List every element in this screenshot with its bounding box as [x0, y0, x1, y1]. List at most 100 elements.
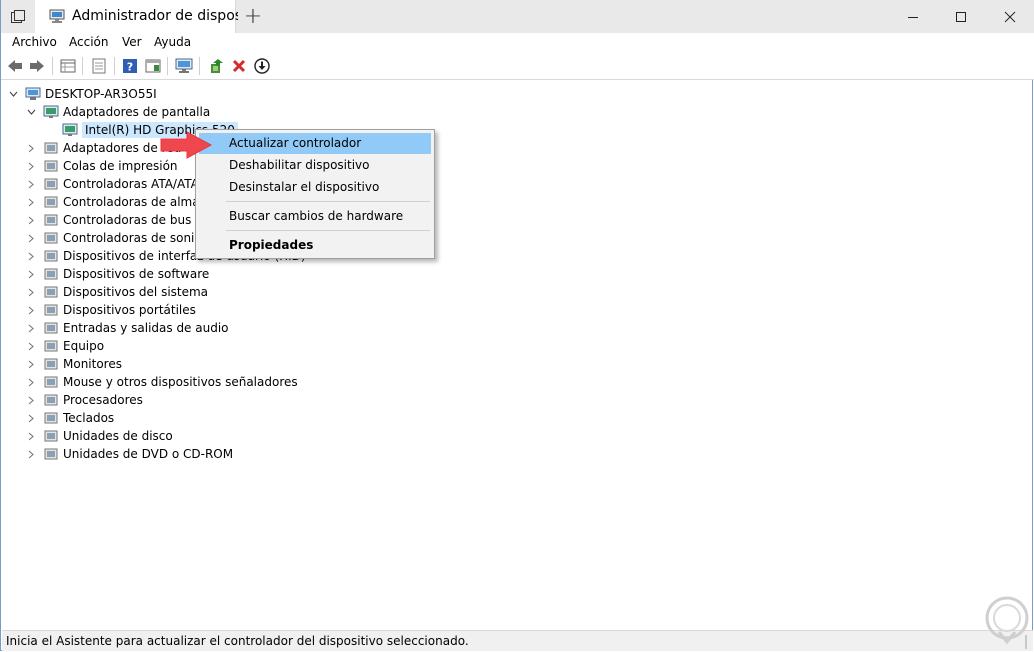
tree-item-label: Adaptadores de pantalla: [63, 105, 211, 119]
tree-item-label: Equipo: [63, 339, 105, 353]
status-bar: Inicia el Asistente para actualizar el c…: [2, 630, 1033, 651]
computer-icon: [43, 339, 59, 353]
tree-item-label: DESKTOP-AR3O55I: [45, 87, 157, 101]
chevron-right-icon[interactable]: [25, 391, 37, 409]
properties-grid-button[interactable]: [59, 57, 77, 75]
display-adapter-icon: [62, 123, 78, 137]
tab-overview-button[interactable]: [1, 0, 35, 33]
chevron-right-icon[interactable]: [25, 319, 37, 337]
context-menu: Actualizar controlador Deshabilitar disp…: [195, 129, 435, 259]
tree-item-label: Monitores: [63, 357, 122, 371]
chevron-right-icon[interactable]: [25, 355, 37, 373]
tree-item-label: Dispositivos del sistema: [63, 285, 209, 299]
menu-ayuda[interactable]: Ayuda: [154, 35, 191, 49]
forward-button[interactable]: [28, 57, 46, 75]
menu-item-actualizar-controlador[interactable]: Actualizar controlador: [199, 133, 431, 154]
chevron-down-icon[interactable]: [25, 103, 37, 121]
properties-sheet-button[interactable]: [90, 57, 108, 75]
chevron-right-icon[interactable]: [25, 409, 37, 427]
tree-item[interactable]: Unidades de DVD o CD-ROM: [25, 445, 233, 463]
chevron-right-icon[interactable]: [25, 337, 37, 355]
help-button[interactable]: ?: [121, 57, 139, 75]
chevron-down-icon[interactable]: [7, 85, 19, 103]
monitor-icon: [175, 58, 193, 73]
chevron-right-icon[interactable]: [25, 175, 37, 193]
uninstall-button[interactable]: [230, 57, 248, 75]
chevron-right-icon[interactable]: [25, 193, 37, 211]
menu-item-deshabilitar-dispositivo[interactable]: Deshabilitar dispositivo: [199, 155, 431, 176]
tree-item[interactable]: Colas de impresión: [25, 157, 178, 175]
device-manager-icon: [49, 9, 65, 23]
tree-item[interactable]: Unidades de disco: [25, 427, 173, 445]
back-button[interactable]: [6, 57, 24, 75]
chevron-right-icon[interactable]: [25, 445, 37, 463]
chevron-right-icon[interactable]: [25, 283, 37, 301]
tree-item[interactable]: Adaptadores de red: [25, 139, 181, 157]
menu-item-buscar-cambios[interactable]: Buscar cambios de hardware: [199, 206, 431, 227]
svg-text:?: ?: [127, 61, 133, 74]
menu-ver[interactable]: Ver: [122, 35, 142, 49]
tab-overview-icon: [11, 9, 25, 23]
tree-item[interactable]: Teclados: [25, 409, 114, 427]
device-tree: DESKTOP-AR3O55I Adaptadores de pantalla In…: [1, 80, 1034, 630]
show-details-button[interactable]: [144, 57, 162, 75]
chevron-right-icon[interactable]: [25, 211, 37, 229]
toolbar-separator: [52, 57, 53, 75]
menu-bar: Archivo Acción Ver Ayuda: [1, 33, 1034, 53]
tree-item[interactable]: Adaptadores de pantalla: [25, 103, 210, 121]
update-driver-button[interactable]: [207, 57, 225, 75]
ide-icon: [43, 177, 59, 191]
dvd-icon: [43, 447, 59, 461]
chevron-right-icon[interactable]: [25, 139, 37, 157]
mouse-icon: [43, 375, 59, 389]
audio-io-icon: [43, 321, 59, 335]
tree-item-label: Dispositivos portátiles: [63, 303, 196, 317]
scan-hardware-button[interactable]: [175, 57, 193, 75]
update-driver-icon: [211, 59, 223, 73]
maximize-button[interactable]: [937, 0, 985, 33]
close-button[interactable]: [985, 0, 1034, 33]
chevron-right-icon[interactable]: [25, 229, 37, 247]
properties-grid-icon: [60, 59, 76, 73]
tree-item[interactable]: Dispositivos del sistema: [25, 283, 208, 301]
download-icon: [254, 58, 270, 74]
download-button[interactable]: [253, 57, 271, 75]
tree-item-label: Colas de impresión: [63, 159, 178, 173]
sound-icon: [43, 231, 59, 245]
chevron-right-icon[interactable]: [25, 427, 37, 445]
chevron-right-icon[interactable]: [25, 247, 37, 265]
menu-archivo[interactable]: Archivo: [12, 35, 57, 49]
tab-device-manager[interactable]: Administrador de dispositivos: [35, 0, 238, 33]
storage-icon: [43, 195, 59, 209]
network-adapter-icon: [43, 141, 59, 155]
menu-item-desinstalar-dispositivo[interactable]: Desinstalar el dispositivo: [199, 177, 431, 198]
chevron-right-icon[interactable]: [25, 301, 37, 319]
computer-root-icon: [25, 87, 41, 101]
tree-item[interactable]: Dispositivos portátiles: [25, 301, 196, 319]
tree-item[interactable]: Equipo: [25, 337, 104, 355]
minimize-button[interactable]: [889, 0, 937, 33]
tree-item[interactable]: Monitores: [25, 355, 122, 373]
uninstall-icon: [232, 59, 246, 73]
tree-item-label: Unidades de disco: [63, 429, 173, 443]
properties-sheet-icon: [92, 58, 106, 74]
tree-item-label: Teclados: [63, 411, 115, 425]
new-tab-button[interactable]: +: [239, 3, 267, 31]
toolbar-separator: [114, 57, 115, 75]
tree-item[interactable]: Mouse y otros dispositivos señaladores: [25, 373, 298, 391]
tree-item[interactable]: Entradas y salidas de audio: [25, 319, 229, 337]
tree-root[interactable]: DESKTOP-AR3O55I: [7, 85, 157, 103]
tree-item[interactable]: Procesadores: [25, 391, 143, 409]
toolbar-separator: [82, 57, 83, 75]
chevron-right-icon[interactable]: [25, 265, 37, 283]
chevron-right-icon[interactable]: [25, 373, 37, 391]
menu-item-propiedades[interactable]: Propiedades: [199, 235, 431, 256]
chevron-right-icon[interactable]: [25, 157, 37, 175]
printer-icon: [43, 159, 59, 173]
tree-item-label: Dispositivos de software: [63, 267, 210, 281]
close-icon: [1004, 11, 1016, 22]
tree-item[interactable]: Dispositivos de software: [25, 265, 209, 283]
menu-accion[interactable]: Acción: [69, 35, 108, 49]
software-device-icon: [43, 267, 59, 281]
display-adapter-icon: [43, 105, 59, 119]
